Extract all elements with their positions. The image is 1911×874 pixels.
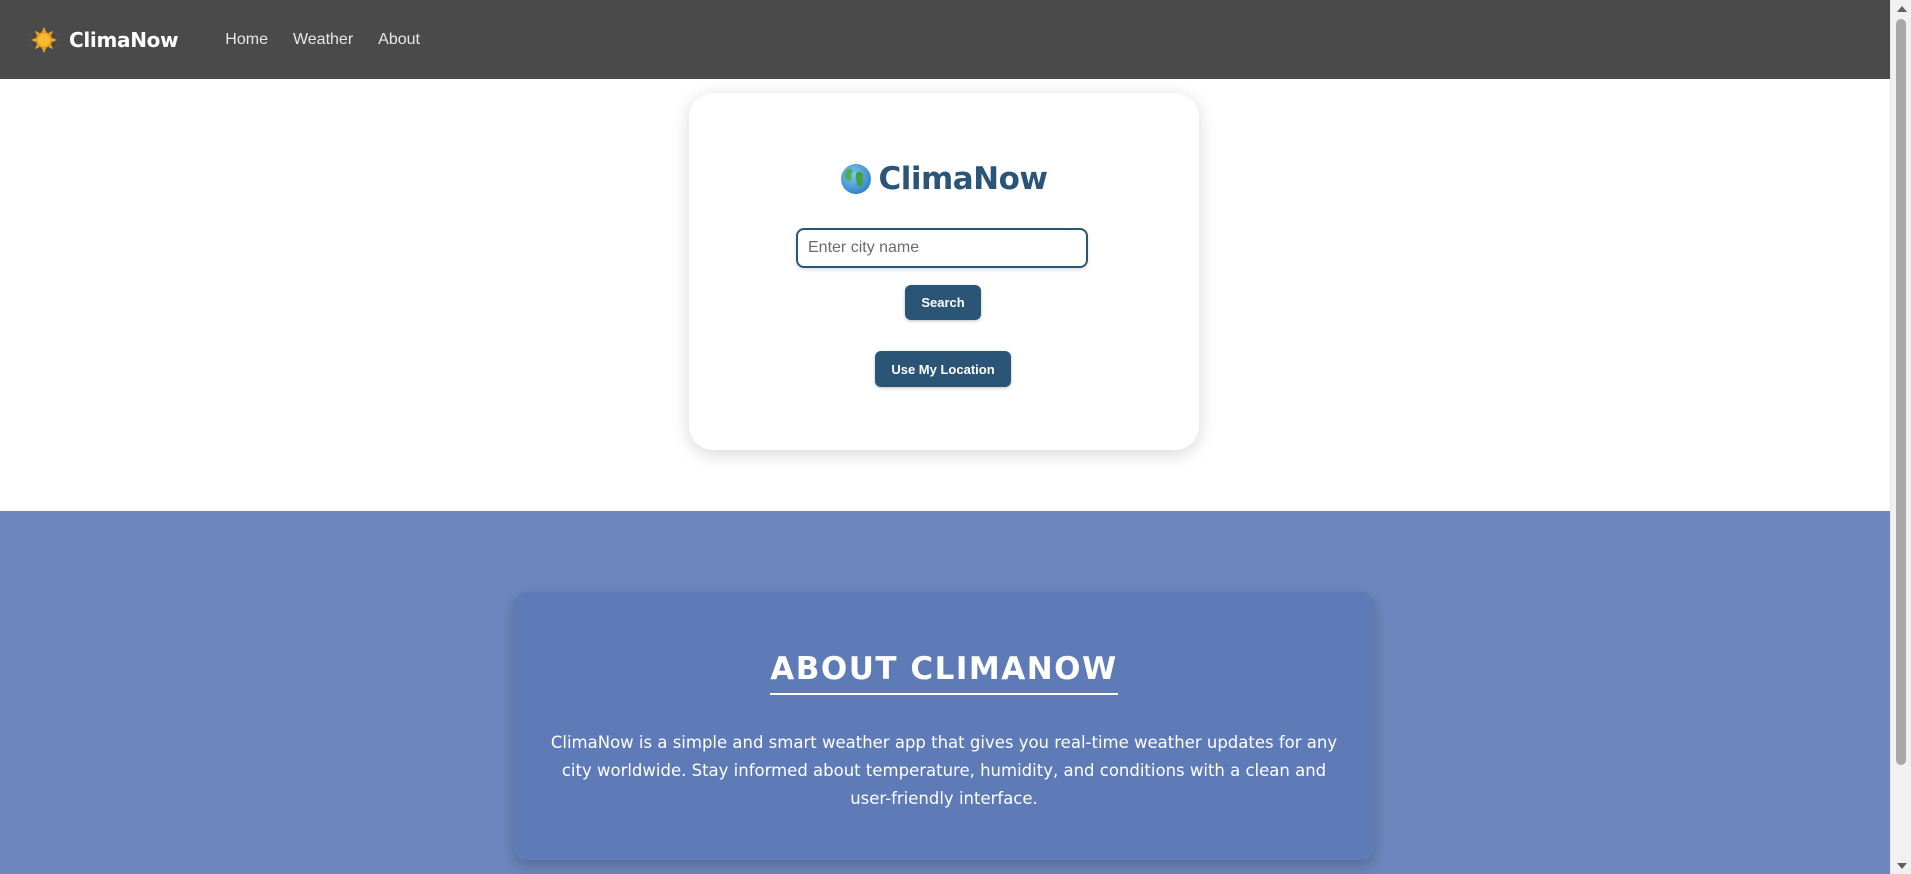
about-card: ABOUT CLIMANOW ClimaNow is a simple and …: [514, 592, 1374, 860]
brand[interactable]: ClimaNow: [31, 26, 179, 53]
search-card: ClimaNow Search Use My Location: [689, 93, 1199, 450]
vertical-scrollbar[interactable]: [1890, 0, 1911, 874]
about-title-wrap: ABOUT CLIMANOW: [514, 651, 1374, 695]
nav-links: Home Weather About: [225, 31, 445, 49]
card-title-text: ClimaNow: [878, 161, 1048, 197]
sun-icon: [31, 26, 57, 53]
city-search-input[interactable]: [796, 228, 1088, 268]
card-title: ClimaNow: [689, 161, 1199, 197]
about-section: ABOUT CLIMANOW ClimaNow is a simple and …: [0, 511, 1890, 874]
search-section: ClimaNow Search Use My Location: [0, 79, 1890, 511]
nav-link-about[interactable]: About: [378, 31, 420, 49]
nav-link-weather[interactable]: Weather: [293, 31, 353, 49]
navbar: ClimaNow Home Weather About: [0, 0, 1890, 79]
about-title: ABOUT CLIMANOW: [770, 651, 1118, 695]
page: ClimaNow Home Weather About ClimaNow Ent…: [0, 0, 1911, 874]
scroll-up-arrow-icon[interactable]: [1891, 0, 1911, 17]
search-button[interactable]: Search: [905, 285, 981, 320]
about-text: ClimaNow is a simple and smart weather a…: [550, 733, 1338, 808]
scroll-thumb[interactable]: [1896, 19, 1906, 765]
use-my-location-button[interactable]: Use My Location: [875, 351, 1011, 387]
nav-link-home[interactable]: Home: [225, 31, 268, 49]
scroll-down-arrow-icon[interactable]: [1891, 857, 1911, 874]
brand-name: ClimaNow: [69, 27, 179, 52]
globe-icon: [840, 163, 872, 195]
